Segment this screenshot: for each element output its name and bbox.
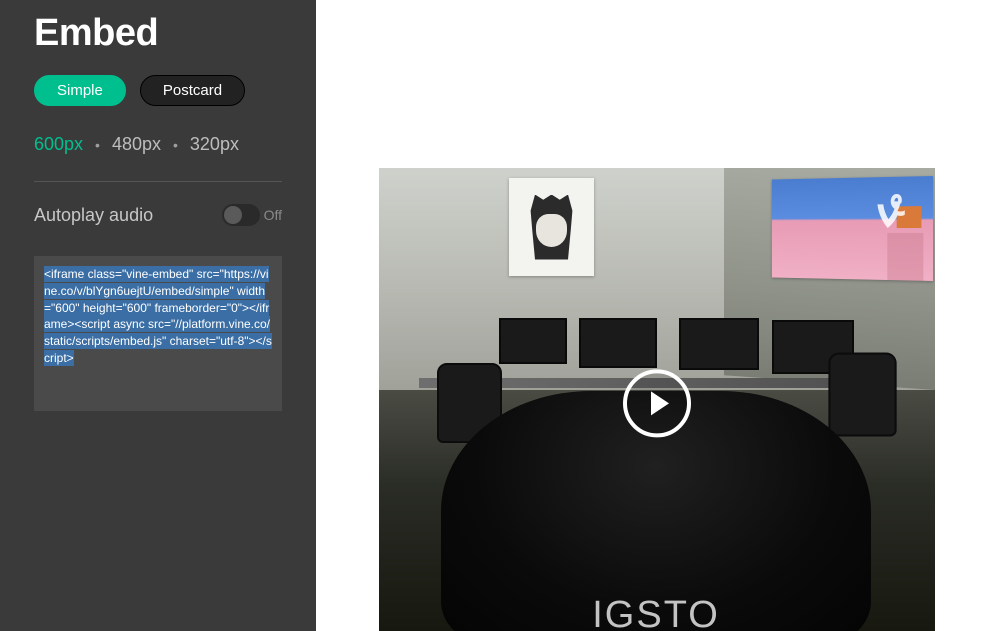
video-preview[interactable]: IGSTO [379,168,935,631]
style-tabs: Simple Postcard [34,75,282,106]
autoplay-label: Autoplay audio [34,205,153,226]
divider [34,181,282,182]
monitor-icon [579,318,657,368]
autoplay-toggle[interactable] [222,204,260,226]
wall-art-dog [509,178,594,276]
size-600[interactable]: 600px [34,134,83,155]
size-options: 600px • 480px • 320px [34,134,282,155]
tab-simple[interactable]: Simple [34,75,126,106]
embed-code-box[interactable]: <iframe class="vine-embed" src="https://… [34,256,282,411]
preview-area: IGSTO [316,0,1000,631]
tab-postcard[interactable]: Postcard [140,75,245,106]
autoplay-row: Autoplay audio Off [34,204,282,226]
separator-dot: • [95,137,100,153]
foreground-text: IGSTO [592,594,720,631]
embed-code-text: <iframe class="vine-embed" src="https://… [44,266,272,366]
page-title: Embed [34,12,282,55]
embed-sidebar: Embed Simple Postcard 600px • 480px • 32… [0,0,316,631]
separator-dot: • [173,137,178,153]
monitor-icon [499,318,567,364]
wall-art-pink [772,176,933,281]
autoplay-state: Off [264,207,282,223]
size-320[interactable]: 320px [190,134,239,155]
play-button[interactable] [623,369,691,437]
size-480[interactable]: 480px [112,134,161,155]
toggle-knob [224,206,242,224]
vine-logo-icon [875,194,905,228]
play-icon [651,391,669,415]
monitor-icon [679,318,759,370]
